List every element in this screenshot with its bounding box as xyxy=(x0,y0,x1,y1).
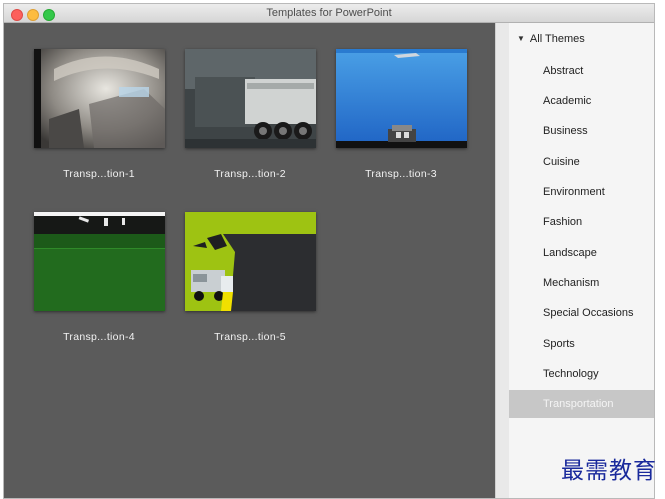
sidebar-item-label: Landscape xyxy=(543,247,597,259)
sidebar-item-label: Special Occasions xyxy=(543,307,634,319)
sidebar-item-business[interactable]: Business xyxy=(509,117,654,145)
title-bar[interactable]: Templates for PowerPoint xyxy=(4,4,654,23)
sidebar-item-label: Mechanism xyxy=(543,277,600,289)
template-label-3: Transp...tion-3 xyxy=(365,168,437,180)
template-label-1: Transp...tion-1 xyxy=(63,168,135,180)
sidebar-item-label: Cuisine xyxy=(543,156,580,168)
sidebar-item-label: Transportation xyxy=(543,398,614,410)
all-themes-label: All Themes xyxy=(529,33,585,45)
template-thumbnail-4[interactable] xyxy=(34,212,165,311)
app-window: Templates for PowerPoint Transp...tion-1… xyxy=(3,3,655,499)
sidebar-item-abstract[interactable]: Abstract xyxy=(509,57,654,85)
window-title: Templates for PowerPoint xyxy=(266,7,392,19)
sidebar-item-label: Sports xyxy=(543,338,575,350)
template-label-2: Transp...tion-2 xyxy=(214,168,286,180)
sidebar-item-mechanism[interactable]: Mechanism xyxy=(509,269,654,297)
template-thumbnail-5[interactable] xyxy=(185,212,316,311)
sidebar-item-sports[interactable]: Sports xyxy=(509,330,654,358)
sidebar-item-environment[interactable]: Environment xyxy=(509,178,654,206)
template-5-preview-image xyxy=(185,212,316,311)
sidebar-item-cuisine[interactable]: Cuisine xyxy=(509,148,654,176)
sidebar-item-technology[interactable]: Technology xyxy=(509,360,654,388)
sidebar-item-label: Technology xyxy=(543,368,599,380)
template-1-preview-image xyxy=(34,49,165,148)
watermark-text: 最需教育 xyxy=(561,458,657,484)
template-3-preview-image xyxy=(336,49,467,148)
vertical-scrollbar[interactable] xyxy=(495,23,509,498)
template-thumbnail-3[interactable] xyxy=(336,49,467,148)
sidebar-item-label: Academic xyxy=(543,95,592,107)
template-2-preview-image xyxy=(185,49,316,148)
template-thumbnail-2[interactable] xyxy=(185,49,316,148)
all-themes-header[interactable]: ▼ All Themes xyxy=(517,33,585,45)
sidebar-item-label: Environment xyxy=(543,186,605,198)
sidebar-item-academic[interactable]: Academic xyxy=(509,87,654,115)
template-label-4: Transp...tion-4 xyxy=(63,331,135,343)
sidebar-item-special-occasions[interactable]: Special Occasions xyxy=(509,299,654,327)
template-label-5: Transp...tion-5 xyxy=(214,331,286,343)
sidebar-item-landscape[interactable]: Landscape xyxy=(509,239,654,267)
sidebar-item-label: Business xyxy=(543,125,588,137)
sidebar-item-transportation[interactable]: Transportation xyxy=(509,390,654,418)
disclosure-triangle-icon[interactable]: ▼ xyxy=(517,34,525,43)
template-gallery: Transp...tion-1 Transp...tion-2 Transp..… xyxy=(4,23,495,498)
sidebar-item-label: Fashion xyxy=(543,216,583,228)
sidebar-item-label: Abstract xyxy=(543,65,584,77)
sidebar-item-fashion[interactable]: Fashion xyxy=(509,208,654,236)
theme-sidebar: ▼ All Themes Abstract Academic Business C… xyxy=(509,23,654,498)
template-thumbnail-1[interactable] xyxy=(34,49,165,148)
template-4-preview-image xyxy=(34,212,165,311)
